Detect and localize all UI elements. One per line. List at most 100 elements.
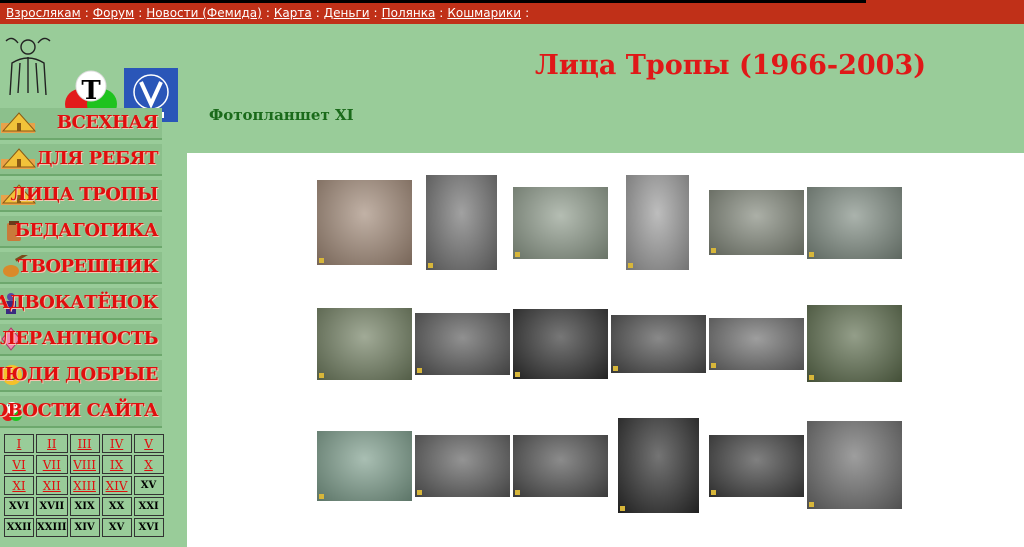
sidebar-item-label: БЕДАГОГИКА: [14, 220, 159, 241]
sheet-link-2-2[interactable]: XIII: [69, 476, 100, 495]
photo-thumbnail[interactable]: [611, 315, 706, 373]
sidebar-item-2[interactable]: ЛИЦА ТРОПЫ: [0, 180, 162, 212]
photo-image: [709, 190, 804, 255]
sidebar-navigation: ВСЕХНАЯ ДЛЯ РЕБЯТ ЛИЦА ТРОПЫ БЕДАГОГИКА ТВОР…: [0, 108, 162, 432]
photo-image: [317, 180, 412, 265]
photo-thumbnail[interactable]: [709, 318, 804, 370]
photo-thumbnail[interactable]: [415, 313, 510, 375]
photo-marker-icon: [515, 372, 520, 377]
photo-thumbnail[interactable]: [317, 431, 412, 501]
photo-marker-icon: [319, 494, 324, 499]
photo-thumbnail[interactable]: [415, 435, 510, 497]
sheet-link-4-4: XVI: [133, 518, 164, 537]
sidebar-item-5[interactable]: АДВОКАТЁНОК: [0, 288, 162, 320]
sidebar-item-0[interactable]: ВСЕХНАЯ: [0, 108, 162, 140]
photo-thumbnail[interactable]: [807, 421, 902, 509]
top-link-5[interactable]: Полянка: [382, 6, 436, 20]
sheet-link-0-0[interactable]: I: [4, 434, 34, 453]
top-link-separator: :: [84, 6, 89, 20]
sheet-link-2-3[interactable]: XIV: [101, 476, 132, 495]
photo-thumbnail[interactable]: [317, 308, 412, 380]
photo-marker-icon: [628, 263, 633, 268]
tent-icon: [1, 111, 43, 135]
photo-thumbnail[interactable]: [626, 175, 689, 270]
top-link-separator: :: [315, 6, 320, 20]
sheet-link-3-4: XXI: [133, 497, 164, 516]
photo-image: [513, 309, 608, 379]
photo-thumbnail[interactable]: [709, 435, 804, 497]
photo-image: [426, 175, 497, 270]
sidebar-item-3[interactable]: БЕДАГОГИКА: [0, 216, 162, 248]
sheet-link-0-4[interactable]: V: [133, 434, 164, 453]
sheet-link-4-2: XIV: [69, 518, 100, 537]
top-link-2[interactable]: Новости (Фемида): [146, 6, 262, 20]
logo-area: Т: [0, 30, 190, 122]
photo-thumbnail[interactable]: [618, 418, 699, 513]
photo-thumbnail[interactable]: [317, 180, 412, 265]
top-navigation-bar: Взрослякам: Форум: Новости (Фемида): Карта:…: [0, 0, 1024, 24]
sheet-link-1-0[interactable]: VI: [4, 455, 34, 474]
sheet-link-4-0: XXII: [4, 518, 34, 537]
top-link-3[interactable]: Карта: [274, 6, 312, 20]
sidebar-item-6[interactable]: ТОЛЕРАНТНОСТЬ: [0, 324, 162, 356]
sidebar-item-7[interactable]: ЛЮДИ ДОБРЫЕ: [0, 360, 162, 392]
sheet-link-3-0: XVI: [4, 497, 34, 516]
page-subtitle: Фотопланшет XI: [209, 106, 354, 124]
sheet-link-2-1[interactable]: XII: [36, 476, 68, 495]
top-link-1[interactable]: Форум: [93, 6, 134, 20]
photo-image: [415, 313, 510, 375]
photo-image: [317, 308, 412, 380]
photo-thumbnail[interactable]: [513, 309, 608, 379]
photo-image: [807, 421, 902, 509]
sheet-link-0-2[interactable]: III: [69, 434, 100, 453]
sidebar-item-4[interactable]: ТВОРЕШНИК: [0, 251, 162, 284]
sheet-link-1-3[interactable]: IX: [101, 455, 132, 474]
sidebar-item-1[interactable]: ДЛЯ РЕБЯТ: [0, 144, 162, 176]
photo-image: [611, 315, 706, 373]
sidebar-item-label: АДВОКАТЁНОК: [0, 292, 159, 313]
photo-marker-icon: [809, 375, 814, 380]
sidebar-item-label: ТОЛЕРАНТНОСТЬ: [0, 328, 159, 349]
top-link-separator: :: [525, 6, 530, 20]
photo-thumbnail[interactable]: [426, 175, 497, 270]
sidebar-item-label: ДЛЯ РЕБЯТ: [36, 148, 159, 169]
photo-thumbnail[interactable]: [807, 305, 902, 382]
sidebar-item-8[interactable]: ТНОВОСТИ САЙТА: [0, 396, 162, 428]
photo-thumbnail[interactable]: [513, 187, 608, 259]
page-title: Лица Тропы (1966-2003): [535, 50, 926, 81]
top-link-4[interactable]: Деньги: [324, 6, 370, 20]
top-link-separator: :: [439, 6, 444, 20]
photo-image: [807, 187, 902, 259]
photo-grid: [187, 153, 1024, 547]
photo-thumbnail[interactable]: [513, 435, 608, 497]
photo-marker-icon: [319, 258, 324, 263]
sheet-link-1-1[interactable]: VII: [36, 455, 68, 474]
sheet-link-1-4[interactable]: X: [133, 455, 164, 474]
top-link-separator: :: [265, 6, 270, 20]
photo-marker-icon: [809, 502, 814, 507]
sheet-link-1-2[interactable]: VIII: [69, 455, 100, 474]
group-silhouette-logo[interactable]: [0, 33, 56, 97]
sheet-link-0-3[interactable]: IV: [101, 434, 132, 453]
sheet-link-2-0[interactable]: XI: [4, 476, 34, 495]
sheet-link-3-2: XIX: [69, 497, 100, 516]
photo-marker-icon: [319, 373, 324, 378]
photo-marker-icon: [711, 363, 716, 368]
photo-thumbnail[interactable]: [807, 187, 902, 259]
sidebar-item-label: ВСЕХНАЯ: [56, 112, 159, 133]
sheet-link-0-1[interactable]: II: [36, 434, 68, 453]
photo-marker-icon: [809, 252, 814, 257]
sheet-link-4-3: XV: [101, 518, 132, 537]
top-link-0[interactable]: Взрослякам: [6, 6, 81, 20]
photo-marker-icon: [417, 490, 422, 495]
photo-thumbnail[interactable]: [709, 190, 804, 255]
photo-image: [317, 431, 412, 501]
photo-marker-icon: [515, 252, 520, 257]
photo-image: [513, 187, 608, 259]
sidebar-item-label: ЛИЦА ТРОПЫ: [10, 184, 159, 205]
sidebar-item-label: ЛЮДИ ДОБРЫЕ: [0, 364, 158, 385]
photo-image: [618, 418, 699, 513]
sheet-link-3-1: XVII: [36, 497, 68, 516]
photo-image: [807, 305, 902, 382]
top-link-6[interactable]: Кошмарики: [447, 6, 521, 20]
